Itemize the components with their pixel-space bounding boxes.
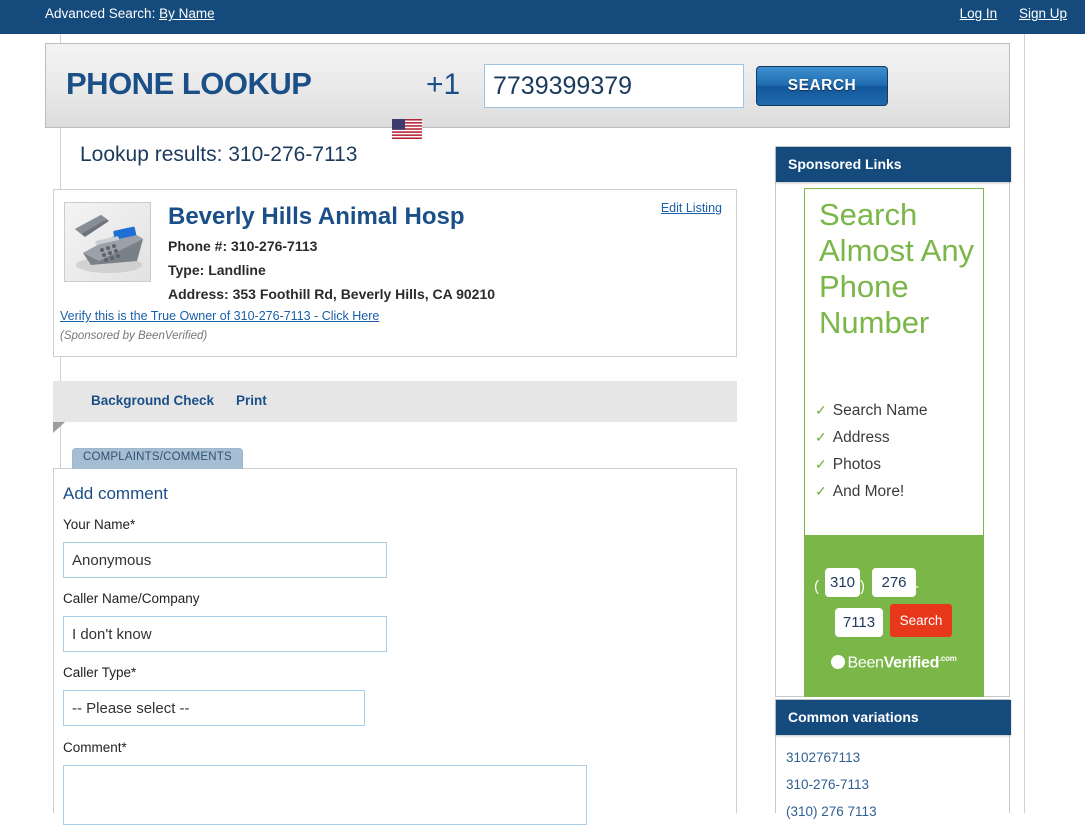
listing-address: Address: 353 Foothill Rd, Beverly Hills,…: [168, 286, 496, 302]
search-button[interactable]: SEARCH: [756, 66, 888, 106]
phone-lookup-title: PHONE LOOKUP: [66, 66, 312, 101]
us-flag-icon: [392, 119, 422, 139]
advanced-search-group: Advanced Search: By Name: [45, 6, 215, 21]
advanced-search-by-name-link[interactable]: By Name: [159, 6, 215, 21]
lookup-results-heading: Lookup results: 310-276-7113: [80, 143, 358, 166]
sponsored-links-header: Sponsored Links: [776, 147, 1011, 182]
list-item: ✓ Address: [815, 424, 928, 451]
sign-up-link[interactable]: Sign Up: [1019, 6, 1067, 21]
top-navigation-bar: Advanced Search: By Name Log In Sign Up: [0, 0, 1085, 34]
listing-phone: Phone #: 310-276-7113: [168, 238, 318, 254]
check-icon: ✓: [815, 483, 827, 499]
account-links-group: Log In Sign Up: [942, 6, 1067, 21]
common-variations-box: Common variations 3102767113 310-276-711…: [775, 699, 1011, 819]
common-variations-header: Common variations: [776, 700, 1011, 735]
ad-bullet-label: Search Name: [832, 402, 928, 419]
ad-search-button[interactable]: Search: [890, 604, 952, 637]
brand-dot: .com: [939, 654, 957, 663]
sponsored-ad-search-widget: ( ) - Search BeenVerified.com: [804, 536, 984, 697]
comment-textarea[interactable]: [63, 765, 587, 825]
comment-label: Comment*: [63, 740, 127, 755]
background-check-link[interactable]: Background Check: [91, 393, 214, 408]
sponsored-ad-upper[interactable]: Search Almost Any Phone Number ✓ Search N…: [804, 188, 984, 536]
action-bar-fold: [53, 422, 65, 433]
ad-bullet-label: And More!: [832, 483, 905, 500]
check-icon: ✓: [815, 402, 827, 418]
sponsored-links-box: Sponsored Links Search Almost Any Phone …: [775, 146, 1011, 697]
verify-owner-link[interactable]: Verify this is the True Owner of 310-276…: [60, 309, 379, 323]
check-icon: ✓: [815, 456, 827, 472]
your-name-input[interactable]: [63, 542, 387, 578]
print-link[interactable]: Print: [236, 393, 267, 408]
dash-label: -: [914, 578, 919, 595]
caller-type-label: Caller Type*: [63, 665, 137, 680]
your-name-label: Your Name*: [63, 517, 136, 532]
caller-name-label: Caller Name/Company: [63, 591, 200, 606]
list-item[interactable]: 3102767113: [786, 744, 877, 771]
list-item: ✓ And More!: [815, 478, 928, 505]
listing-action-bar: Background Check Print: [53, 381, 737, 422]
caller-name-input[interactable]: [63, 616, 387, 652]
ad-bullet-label: Photos: [832, 456, 881, 473]
list-item[interactable]: 310-276-7113: [786, 771, 877, 798]
caller-type-select[interactable]: -- Please select --: [63, 690, 365, 726]
brand-been: Been: [847, 654, 884, 672]
paren-left-label: (: [814, 578, 819, 595]
phone-lookup-search-bar: PHONE LOOKUP +1 SEARCH: [45, 43, 1010, 139]
log-in-link[interactable]: Log In: [960, 6, 998, 21]
line-number-input[interactable]: [835, 608, 883, 637]
phone-number-input[interactable]: [484, 64, 744, 108]
country-code-label: +1: [426, 68, 461, 101]
brand-verified: Verified: [883, 654, 940, 672]
listing-type: Type: Landline: [168, 262, 266, 278]
advanced-search-label: Advanced Search:: [45, 6, 156, 21]
paren-right-label: ): [860, 578, 865, 595]
add-comment-title: Add comment: [63, 484, 168, 503]
add-comment-panel: Add comment Your Name* Caller Name/Compa…: [53, 468, 737, 825]
list-item: ✓ Photos: [815, 451, 928, 478]
edit-listing-link[interactable]: Edit Listing: [661, 201, 722, 215]
listing-card: Beverly Hills Animal Hosp Phone #: 310-2…: [53, 189, 737, 357]
list-item[interactable]: (310) 276 7113: [786, 798, 877, 825]
beenverified-logo-icon: [831, 655, 846, 670]
sponsored-by-note: (Sponsored by BeenVerified): [60, 330, 208, 342]
desk-phone-icon: [64, 202, 151, 282]
ad-headline: Search Almost Any Phone Number: [819, 197, 975, 340]
business-name: Beverly Hills Animal Hosp: [168, 203, 465, 230]
list-item: ✓ Search Name: [815, 397, 928, 424]
ad-bullet-list: ✓ Search Name ✓ Address ✓ Photos ✓ And More!: [815, 397, 928, 505]
area-code-input[interactable]: [825, 568, 860, 597]
prefix-input[interactable]: [872, 568, 916, 597]
tab-complaints-comments[interactable]: COMPLAINTS/COMMENTS: [72, 448, 243, 469]
beenverified-logo: BeenVerified.com: [804, 654, 984, 672]
check-icon: ✓: [815, 429, 827, 445]
ad-bullet-label: Address: [832, 429, 890, 446]
